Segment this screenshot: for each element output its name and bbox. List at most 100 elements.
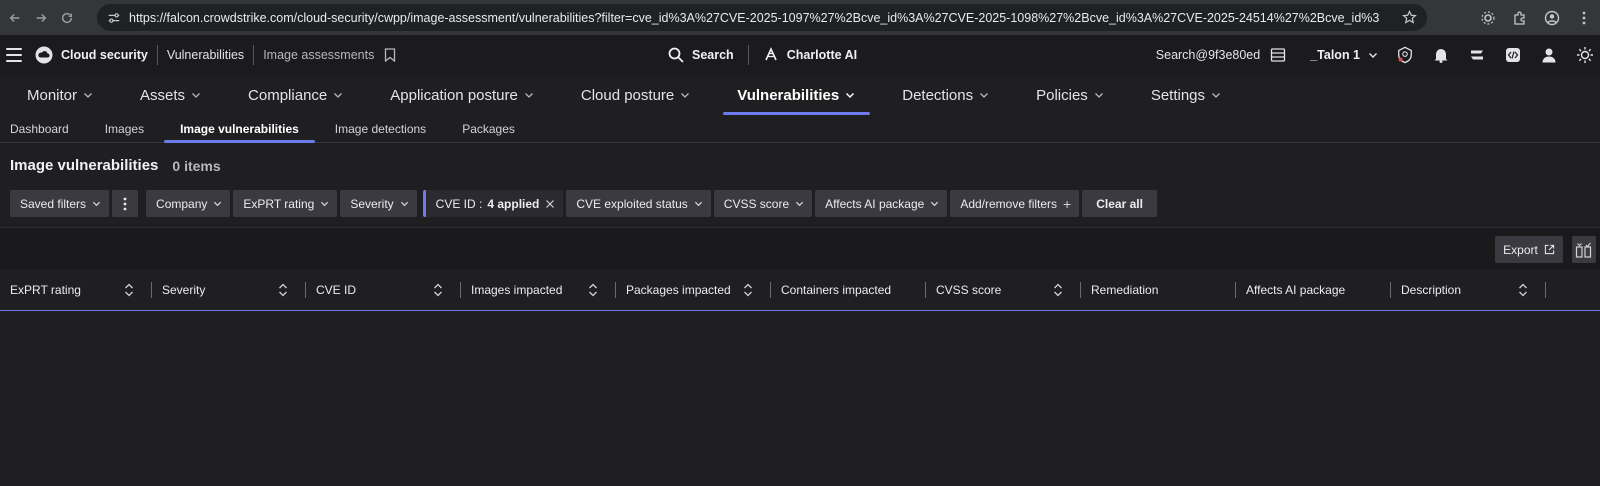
bookmark-star-icon[interactable]: [1402, 10, 1417, 25]
chip-label: CVE exploited status: [576, 196, 688, 211]
company-filter[interactable]: Company: [146, 190, 231, 217]
profile-icon[interactable]: [1544, 10, 1560, 26]
cve-exploited-status-filter[interactable]: CVE exploited status: [566, 190, 711, 217]
sort-icon[interactable]: [1053, 283, 1063, 297]
page-header: Image vulnerabilities 0 items: [10, 157, 221, 174]
tab-image-detections[interactable]: Image detections: [317, 115, 444, 143]
chevron-down-icon: [1212, 93, 1220, 98]
chip-label: ExPRT rating: [243, 196, 315, 211]
url-text[interactable]: https://falcon.crowdstrike.com/cloud-sec…: [129, 11, 1379, 25]
nav-label: Settings: [1150, 86, 1206, 104]
column-header-images-impacted[interactable]: Images impacted: [461, 269, 616, 311]
stacked-layers-icon[interactable]: [1468, 46, 1486, 64]
browser-menu-icon[interactable]: [1576, 10, 1592, 26]
tab-images[interactable]: Images: [87, 115, 162, 143]
chevron-down-icon: [1094, 93, 1103, 98]
column-header-severity[interactable]: Severity: [152, 269, 306, 311]
reload-icon[interactable]: [56, 7, 78, 29]
sort-icon[interactable]: [1518, 283, 1528, 297]
address-bar[interactable]: https://falcon.crowdstrike.com/cloud-sec…: [97, 4, 1427, 31]
item-count: 0 items: [172, 157, 221, 174]
severity-filter[interactable]: Severity: [340, 190, 417, 217]
layout-panel-icon[interactable]: [1269, 46, 1287, 64]
affects-ai-package-filter[interactable]: Affects AI package: [815, 190, 948, 217]
global-search-button[interactable]: Search: [668, 47, 734, 63]
app-name[interactable]: Cloud security: [61, 48, 148, 62]
chevron-down-icon: [931, 201, 939, 207]
external-link-icon: [1544, 244, 1554, 255]
nav-label: Compliance: [248, 86, 328, 104]
nav-policies[interactable]: Policies: [1009, 75, 1124, 115]
nav-settings[interactable]: Settings: [1124, 75, 1241, 115]
sort-icon[interactable]: [433, 283, 443, 297]
header-divider: [156, 45, 158, 65]
sort-icon[interactable]: [278, 283, 288, 297]
add-remove-filters-button[interactable]: Add/remove filters +: [950, 190, 1080, 217]
export-button[interactable]: Export: [1495, 236, 1563, 263]
plus-icon: +: [1063, 195, 1072, 212]
column-header-cve-id[interactable]: CVE ID: [306, 269, 461, 311]
nav-compliance[interactable]: Compliance: [221, 75, 363, 115]
nav-label: Application posture: [390, 86, 518, 104]
cve-id-filter[interactable]: CVE ID : 4 applied: [422, 190, 564, 217]
nav-monitor[interactable]: Monitor: [0, 75, 113, 115]
chip-label: CVSS score: [723, 196, 790, 211]
sort-icon[interactable]: [124, 283, 134, 297]
tenant-selector[interactable]: _Talon 1: [1310, 48, 1378, 62]
extensions-puzzle-icon[interactable]: [1512, 10, 1528, 26]
theme-sun-icon[interactable]: [1576, 46, 1594, 64]
exprt-rating-filter[interactable]: ExPRT rating: [233, 190, 338, 217]
forward-arrow-icon[interactable]: [30, 7, 52, 29]
breadcrumb-image-assessments[interactable]: Image assessments: [263, 48, 374, 62]
sort-icon[interactable]: [588, 283, 598, 297]
user-account-icon[interactable]: [1540, 46, 1558, 64]
site-settings-icon[interactable]: [107, 11, 121, 25]
column-label: Containers impacted: [781, 282, 892, 297]
nav-detections[interactable]: Detections: [875, 75, 1009, 115]
column-header-remediation[interactable]: Remediation: [1081, 269, 1236, 311]
column-header-packages-impacted[interactable]: Packages impacted: [616, 269, 771, 311]
column-header-cvss-score[interactable]: CVSS score: [926, 269, 1081, 311]
breadcrumb-vulnerabilities[interactable]: Vulnerabilities: [167, 48, 244, 62]
chevron-down-icon: [400, 201, 408, 207]
back-arrow-icon[interactable]: [4, 7, 26, 29]
hamburger-menu-icon[interactable]: [6, 48, 22, 62]
chevron-down-icon: [192, 93, 201, 98]
page-title: Image vulnerabilities: [10, 157, 159, 174]
header-divider: [747, 45, 749, 65]
column-settings-button[interactable]: [1572, 236, 1596, 263]
column-header-containers-impacted[interactable]: Containers impacted: [771, 269, 926, 311]
column-header-affects-ai-package[interactable]: Affects AI package: [1236, 269, 1391, 311]
saved-filters-dropdown[interactable]: Saved filters: [10, 190, 110, 217]
nav-assets[interactable]: Assets: [113, 75, 221, 115]
user-search-id[interactable]: Search@9f3e80ed: [1156, 48, 1260, 62]
more-options-button[interactable]: [112, 190, 139, 217]
charlotte-ai-button[interactable]: Charlotte AI: [763, 47, 857, 63]
charlotte-ai-label: Charlotte AI: [786, 48, 858, 62]
nav-cloud-posture[interactable]: Cloud posture: [554, 75, 710, 115]
nav-application-posture[interactable]: Application posture: [363, 75, 554, 115]
nav-vulnerabilities[interactable]: Vulnerabilities: [710, 75, 875, 115]
column-header-exprt-rating[interactable]: ExPRT rating: [0, 269, 152, 311]
nav-label: Vulnerabilities: [737, 86, 840, 104]
clear-all-button[interactable]: Clear all: [1082, 190, 1157, 217]
tab-dashboard[interactable]: Dashboard: [0, 115, 87, 143]
tab-packages[interactable]: Packages: [444, 115, 533, 143]
tab-image-vulnerabilities[interactable]: Image vulnerabilities: [162, 115, 317, 143]
main-nav: Monitor Assets Compliance Application po…: [0, 75, 1600, 115]
developer-code-icon[interactable]: [1504, 46, 1522, 64]
close-icon[interactable]: [545, 199, 555, 209]
column-label: ExPRT rating: [10, 282, 81, 297]
column-header-description[interactable]: Description: [1391, 269, 1546, 311]
notifications-bell-icon[interactable]: [1432, 46, 1450, 64]
extension-gear-icon[interactable]: [1480, 10, 1496, 26]
tenant-name: _Talon 1: [1310, 48, 1360, 62]
shield-badge-icon[interactable]: [1396, 46, 1414, 64]
bookmark-icon[interactable]: [384, 48, 396, 62]
app-header: Cloud security Vulnerabilities Image ass…: [0, 35, 1600, 75]
chip-label: Severity: [350, 196, 394, 211]
cvss-score-filter[interactable]: CVSS score: [713, 190, 813, 217]
nav-label: Detections: [902, 86, 974, 104]
sort-icon[interactable]: [743, 283, 753, 297]
chevron-down-icon: [524, 93, 533, 98]
